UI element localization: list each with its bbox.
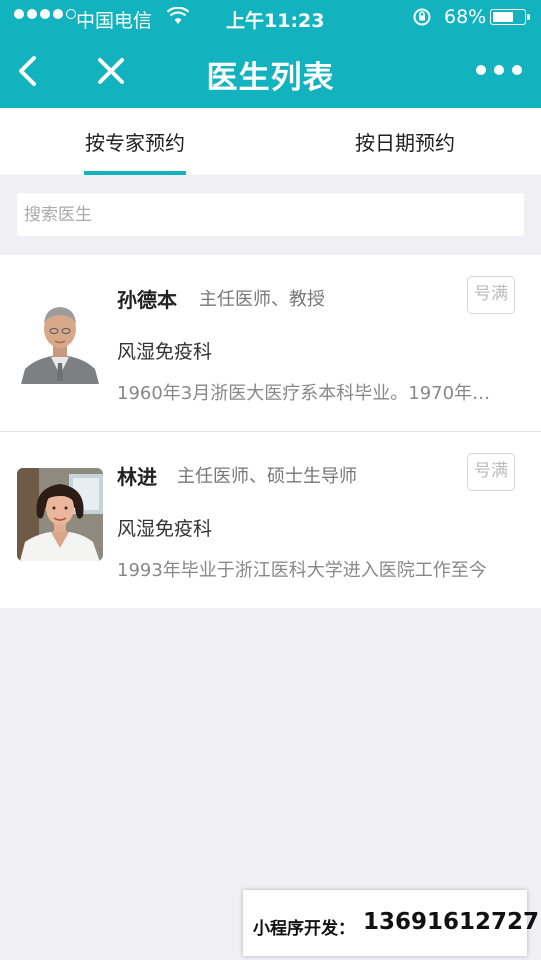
- carrier-name: 中国电信: [76, 10, 153, 32]
- fully-booked-badge[interactable]: 号满: [467, 276, 515, 314]
- more-dots-icon[interactable]: [476, 60, 524, 80]
- promo-phone: 13691612727: [363, 909, 540, 935]
- clock-time: 上午11:23: [226, 10, 325, 32]
- doctor-name: 林进: [117, 465, 157, 489]
- promo-label: 小程序开发：: [253, 919, 355, 939]
- doctor-department: 风湿免疫科: [117, 518, 213, 540]
- doctor-title: 主任医师、硕士生导师: [177, 466, 357, 487]
- doctor-intro: 1960年3月浙医大医疗系本科毕业。1970年代起从事风湿免疫临床工作: [117, 383, 492, 404]
- doctor-card[interactable]: 孙德本 主任医师、教授 风湿免疫科 1960年3月浙医大医疗系本科毕业。1970…: [0, 255, 541, 431]
- signal-strength-icon: [14, 9, 76, 19]
- tab-by-expert[interactable]: 按专家预约: [0, 108, 270, 175]
- doctor-intro: 1993年毕业于浙江医科大学进入医院工作至今: [117, 560, 487, 581]
- battery-percent: 68%: [444, 6, 487, 28]
- wifi-icon: [166, 6, 190, 30]
- battery-icon: [490, 9, 530, 25]
- doctor-department: 风湿免疫科: [117, 341, 213, 363]
- doctor-title: 主任医师、教授: [199, 289, 325, 310]
- tab-by-date[interactable]: 按日期预约: [270, 108, 540, 175]
- active-tab-indicator: [84, 171, 186, 175]
- fully-booked-badge[interactable]: 号满: [467, 453, 515, 491]
- doctor-name: 孙德本: [117, 288, 177, 312]
- doctor-avatar: [17, 291, 103, 384]
- rotation-lock-icon: [412, 7, 432, 32]
- doctor-card[interactable]: 林进 主任医师、硕士生导师 风湿免疫科 1993年毕业于浙江医科大学进入医院工作…: [0, 431, 541, 608]
- doctor-list: 孙德本 主任医师、教授 风湿免疫科 1960年3月浙医大医疗系本科毕业。1970…: [0, 255, 541, 608]
- doctor-avatar: [17, 468, 103, 561]
- navigation-bar: 医生列表: [0, 34, 541, 108]
- status-bar: 中国电信 上午11:23 68%: [0, 0, 541, 34]
- page-title: 医生列表: [206, 60, 335, 96]
- promo-banner: 小程序开发： 13691612727: [243, 890, 539, 956]
- search-input[interactable]: [17, 193, 524, 236]
- tab-bar: 按专家预约 按日期预约: [0, 108, 541, 175]
